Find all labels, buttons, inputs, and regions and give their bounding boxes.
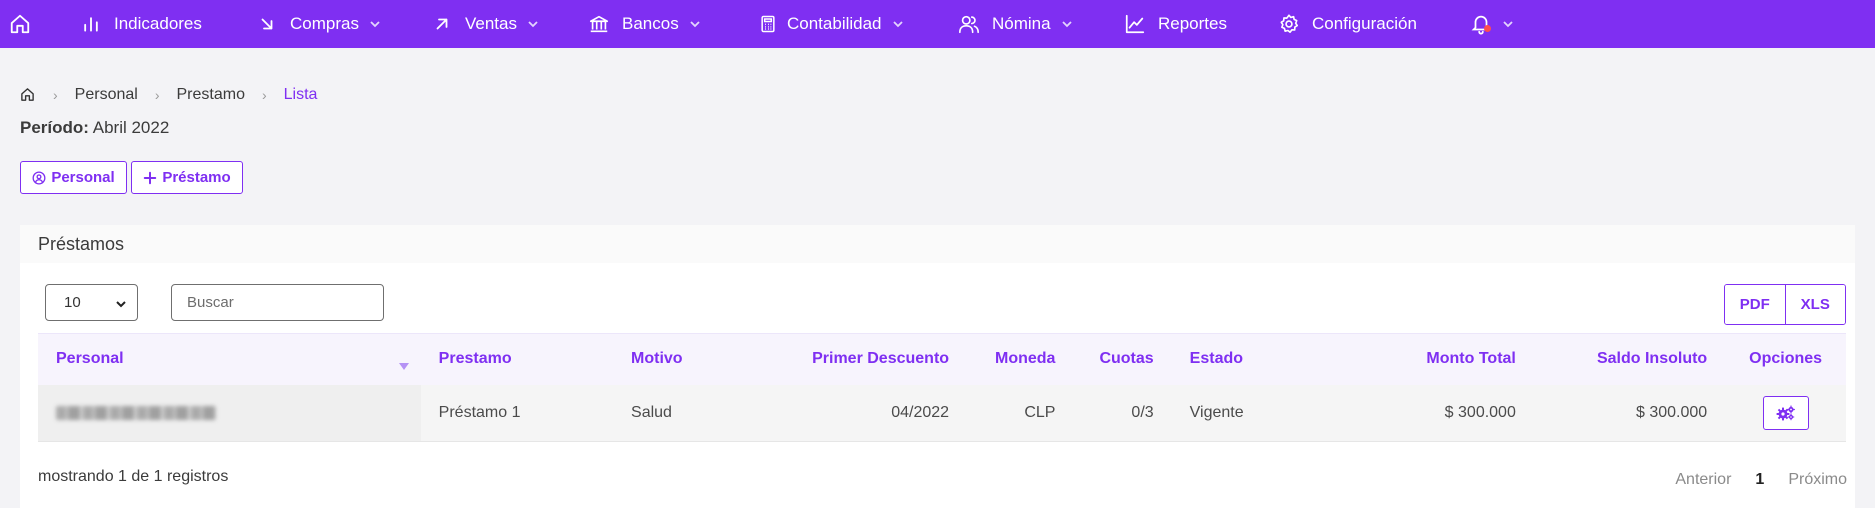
- table-row: Préstamo 1 Salud 04/2022 CLP 0/3 Vigente…: [38, 384, 1846, 442]
- breadcrumb-personal[interactable]: Personal: [75, 86, 138, 104]
- arrow-down-right-icon: [256, 13, 278, 35]
- nav-label: Indicadores: [114, 14, 202, 33]
- home-icon[interactable]: [20, 87, 36, 103]
- nav-nomina[interactable]: Nómina: [958, 0, 1073, 48]
- col-monto-total[interactable]: Monto Total: [1342, 333, 1534, 385]
- col-cuotas[interactable]: Cuotas: [1073, 333, 1172, 385]
- export-pdf-button[interactable]: PDF: [1725, 285, 1785, 324]
- cell-personal: [38, 384, 421, 442]
- breadcrumb-prestamo[interactable]: Prestamo: [177, 86, 245, 104]
- pagination-next[interactable]: Próximo: [1788, 471, 1847, 489]
- nav-label: Nómina: [992, 14, 1051, 33]
- nav-label: Bancos: [622, 14, 679, 33]
- calculator-icon: [757, 13, 779, 35]
- chevron-down-icon: [1502, 18, 1514, 30]
- add-prestamo-button[interactable]: Préstamo: [131, 161, 243, 194]
- nav-bancos[interactable]: Bancos: [588, 0, 701, 48]
- search-input[interactable]: [171, 284, 384, 321]
- chevron-right-icon: ›: [261, 87, 267, 103]
- pagination: Anterior 1 Próximo: [1675, 471, 1847, 489]
- nav-label: Configuración: [1312, 14, 1417, 33]
- row-options-button[interactable]: [1762, 395, 1809, 430]
- sort-desc-icon: [398, 358, 409, 370]
- prestamos-table: Personal Prestamo Motivo Primer Descuent…: [38, 333, 1846, 442]
- periodo-value: Abril 2022: [92, 118, 170, 137]
- nav-indicadores[interactable]: Indicadores: [80, 0, 202, 48]
- chevron-right-icon: ›: [154, 87, 160, 103]
- cell-primer-descuento: 04/2022: [786, 384, 968, 442]
- nav-ventas[interactable]: Ventas: [431, 0, 539, 48]
- cell-opciones: [1725, 384, 1846, 442]
- personal-button-label: Personal: [51, 169, 115, 186]
- notification-dot: [1484, 25, 1491, 32]
- chevron-down-icon: [1061, 18, 1073, 30]
- user-circle-icon: [32, 171, 46, 185]
- col-motivo[interactable]: Motivo: [613, 333, 787, 385]
- cell-cuotas: 0/3: [1073, 384, 1172, 442]
- chevron-down-icon: [369, 18, 381, 30]
- home-icon[interactable]: [8, 12, 32, 36]
- cell-prestamo: Préstamo 1: [420, 384, 614, 442]
- col-opciones: Opciones: [1725, 333, 1846, 385]
- redacted-name: [56, 405, 216, 420]
- cogs-icon: [1776, 405, 1795, 421]
- col-prestamo[interactable]: Prestamo: [420, 333, 614, 385]
- table-info: mostrando 1 de 1 registros: [38, 468, 229, 485]
- chevron-right-icon: ›: [53, 87, 58, 103]
- nav-label: Compras: [290, 14, 359, 33]
- gear-icon: [1278, 13, 1300, 35]
- cell-saldo-insoluto: $ 300.000: [1533, 384, 1726, 442]
- cell-monto-total: $ 300.000: [1342, 384, 1534, 442]
- pagination-page-1[interactable]: 1: [1755, 471, 1764, 489]
- export-xls-button[interactable]: XLS: [1784, 285, 1845, 324]
- card-title: Préstamos: [20, 225, 1855, 263]
- top-navbar: Indicadores Compras Ventas Bancos Contab…: [0, 0, 1875, 48]
- col-moneda[interactable]: Moneda: [967, 333, 1074, 385]
- bell-icon: [1470, 13, 1492, 35]
- notifications-button[interactable]: [1470, 0, 1514, 48]
- nav-contabilidad[interactable]: Contabilidad: [757, 0, 904, 48]
- bank-icon: [588, 13, 610, 35]
- page-length-value: 10: [64, 294, 81, 311]
- col-estado[interactable]: Estado: [1171, 333, 1343, 385]
- breadcrumb: › Personal › Prestamo › Lista: [20, 84, 317, 106]
- periodo: Período: Abril 2022: [20, 118, 169, 138]
- cell-moneda: CLP: [967, 384, 1074, 442]
- col-primer-descuento[interactable]: Primer Descuento: [786, 333, 968, 385]
- col-personal[interactable]: Personal: [38, 333, 421, 385]
- bar-chart-icon: [80, 13, 102, 35]
- cell-estado: Vigente: [1171, 384, 1343, 442]
- page-length-select[interactable]: 10: [45, 284, 138, 321]
- users-icon: [958, 13, 980, 35]
- prestamos-card: Préstamos 10 PDF XLS Personal Prestamo M…: [20, 225, 1855, 508]
- line-chart-icon: [1124, 13, 1146, 35]
- nav-label: Contabilidad: [787, 14, 882, 33]
- nav-reportes[interactable]: Reportes: [1124, 0, 1227, 48]
- col-saldo-insoluto[interactable]: Saldo Insoluto: [1533, 333, 1726, 385]
- nav-configuracion[interactable]: Configuración: [1278, 0, 1417, 48]
- nav-label: Reportes: [1158, 14, 1227, 33]
- chevron-down-icon: [115, 297, 127, 309]
- pagination-prev[interactable]: Anterior: [1675, 471, 1731, 489]
- chevron-down-icon: [527, 18, 539, 30]
- breadcrumb-lista: Lista: [283, 86, 318, 103]
- periodo-label: Período:: [20, 118, 89, 137]
- chevron-down-icon: [689, 18, 701, 30]
- arrow-up-right-icon: [431, 13, 453, 35]
- chevron-down-icon: [892, 18, 904, 30]
- nav-compras[interactable]: Compras: [256, 0, 381, 48]
- table-header-row: Personal Prestamo Motivo Primer Descuent…: [38, 333, 1846, 385]
- cell-motivo: Salud: [613, 384, 787, 442]
- add-prestamo-label: Préstamo: [162, 169, 231, 186]
- nav-label: Ventas: [465, 14, 517, 33]
- export-buttons: PDF XLS: [1724, 284, 1846, 325]
- personal-button[interactable]: Personal: [20, 161, 127, 194]
- plus-icon: [143, 171, 157, 185]
